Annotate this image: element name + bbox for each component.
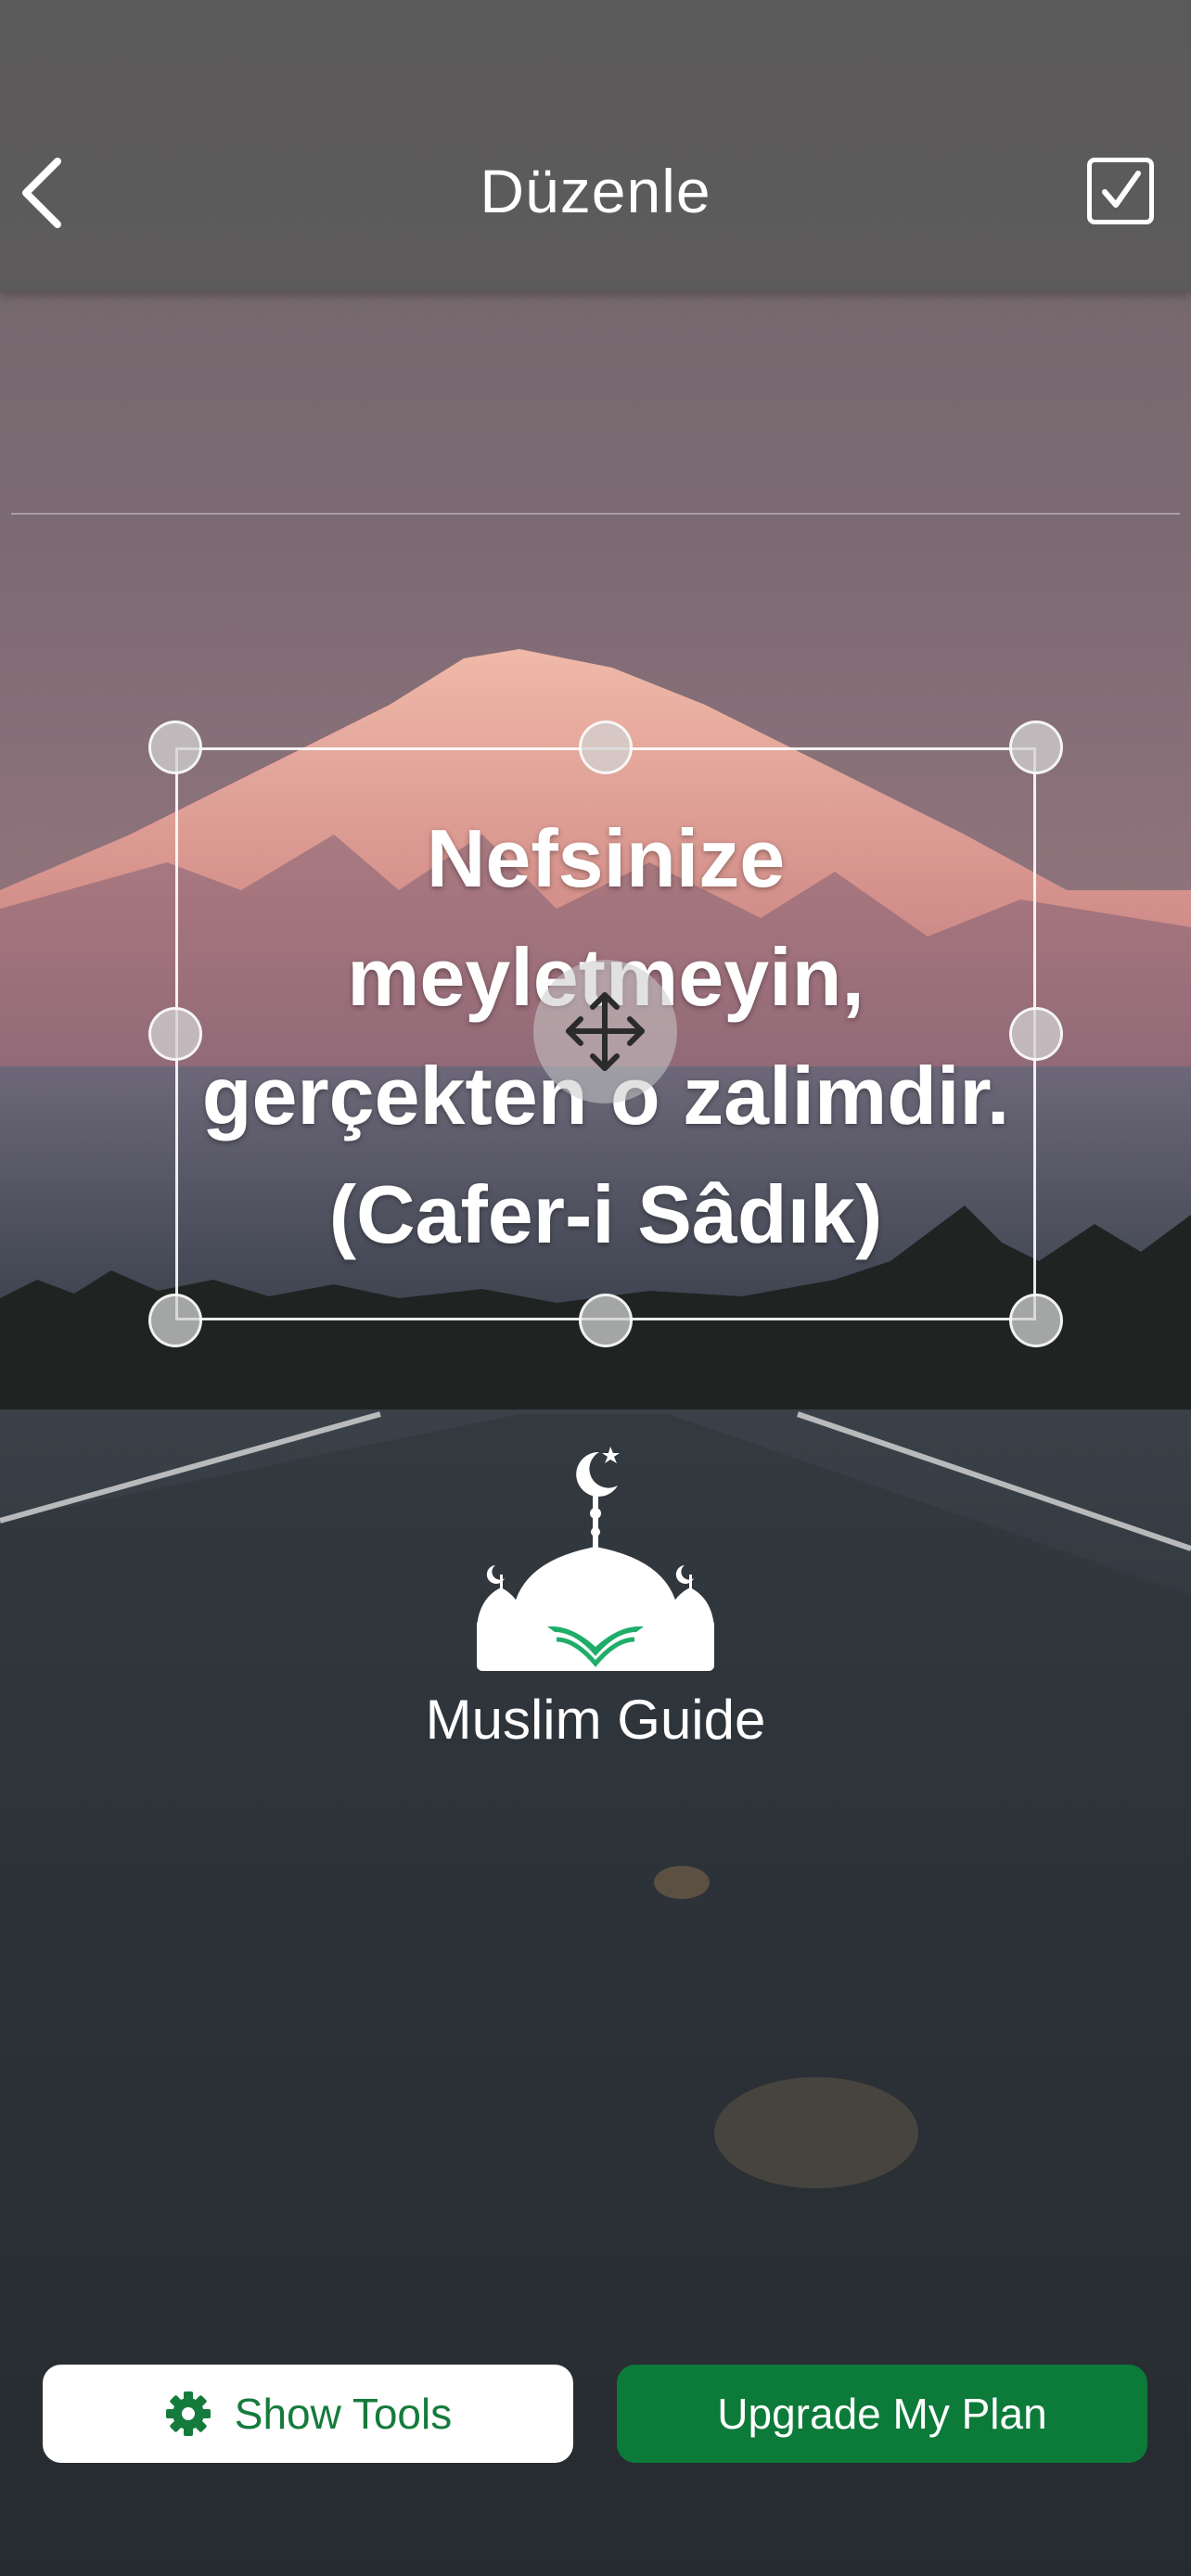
resize-handle-top-right[interactable] [1009, 721, 1063, 774]
upgrade-plan-button[interactable]: Upgrade My Plan [617, 2365, 1147, 2463]
divider [11, 513, 1180, 515]
brand-name: Muslim Guide [425, 1689, 766, 1751]
resize-handle-top[interactable] [579, 721, 633, 774]
brand-logo [455, 1443, 736, 1684]
confirm-button[interactable] [1087, 158, 1154, 224]
gear-icon [165, 2391, 211, 2436]
move-arrows-icon [566, 992, 645, 1071]
quote-line: (Cafer-i Sâdık) [328, 1168, 883, 1260]
resize-handle-bottom[interactable] [579, 1294, 633, 1347]
mosque-book-logo [477, 1447, 714, 1671]
checkbox-checked-icon [1102, 171, 1141, 208]
show-tools-button[interactable]: Show Tools [43, 2365, 573, 2463]
resize-handle-left[interactable] [148, 1007, 202, 1061]
resize-handle-bottom-left[interactable] [148, 1294, 202, 1347]
page-title: Düzenle [480, 157, 711, 225]
resize-handle-bottom-right[interactable] [1009, 1294, 1063, 1347]
resize-handle-right[interactable] [1009, 1007, 1063, 1061]
move-handle[interactable] [533, 960, 677, 1103]
quote-line: Nefsinize [426, 812, 786, 904]
upgrade-plan-label: Upgrade My Plan [717, 2390, 1047, 2438]
resize-handle-top-left[interactable] [148, 721, 202, 774]
show-tools-label: Show Tools [234, 2390, 453, 2438]
header-bar: Düzenle [0, 0, 1191, 515]
